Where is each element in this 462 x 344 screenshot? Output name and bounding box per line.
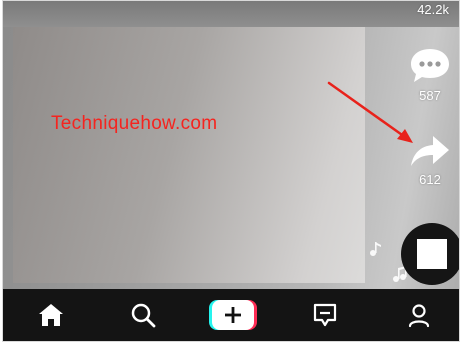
search-icon: [131, 303, 156, 328]
comment-button[interactable]: 587: [405, 47, 455, 103]
red-pointer-arrow-icon: [327, 81, 413, 143]
comment-count: 587: [419, 88, 441, 103]
nav-create-button[interactable]: [208, 289, 258, 341]
bottom-nav-bar: [3, 289, 459, 341]
nav-home-button[interactable]: [29, 289, 73, 341]
nav-search-button[interactable]: [121, 289, 165, 341]
share-arrow-icon: [411, 136, 449, 166]
video-content-panel: [13, 27, 365, 283]
sound-disc-button[interactable]: [401, 223, 459, 285]
profile-icon: [408, 304, 430, 328]
watermark-text: Techniquehow.com: [51, 113, 218, 134]
nav-profile-button[interactable]: [397, 289, 441, 341]
video-top-shade: [3, 1, 459, 27]
home-icon: [39, 304, 63, 326]
likes-count: 42.2k: [417, 2, 449, 17]
share-count: 612: [419, 172, 441, 187]
comment-bubble-icon: [411, 49, 449, 82]
video-frame: Techniquehow.com 42.2k 587 612: [2, 0, 460, 342]
share-button[interactable]: 612: [405, 133, 455, 187]
create-plus-icon: [209, 300, 257, 330]
sound-disc-icon: [417, 239, 447, 269]
nav-inbox-button[interactable]: [303, 289, 347, 341]
inbox-icon: [313, 303, 337, 327]
